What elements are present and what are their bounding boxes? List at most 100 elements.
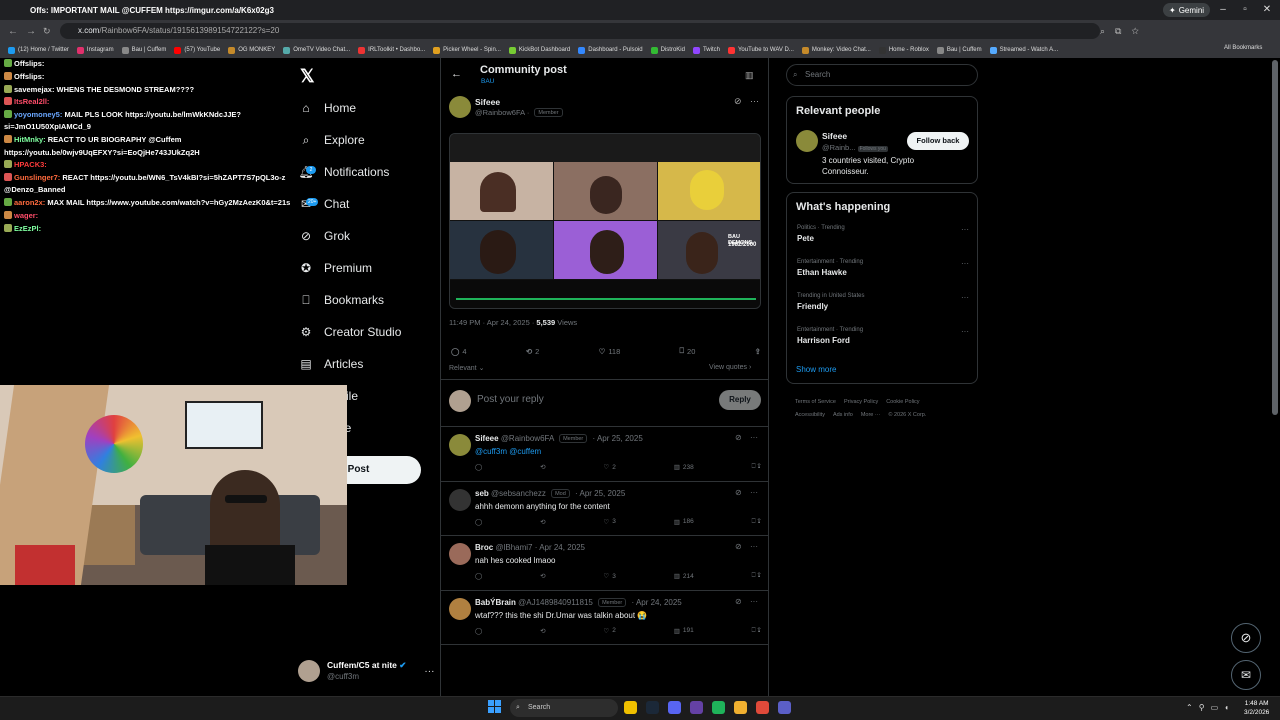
browser-extension-icons[interactable]: ⌕⧉☆ xyxy=(1100,26,1149,37)
grok-icon[interactable]: ⊘ xyxy=(734,96,742,107)
app3-taskbar-icon[interactable] xyxy=(778,701,791,714)
grok-icon[interactable]: ⊘ xyxy=(735,542,742,551)
nav-item-articles[interactable]: ▤ Articles xyxy=(298,348,363,380)
footer-link[interactable]: © 2026 X Corp. xyxy=(888,412,926,418)
close-icon[interactable]: ✕ xyxy=(1257,2,1277,18)
nav-item-creator-studio[interactable]: ⚙ Creator Studio xyxy=(298,316,402,348)
footer-link[interactable]: More ··· xyxy=(861,412,881,418)
reader-mode-icon[interactable]: ▥ xyxy=(745,70,754,81)
reply-author-handle[interactable]: @sebsanchezz xyxy=(491,489,546,498)
show-more-link[interactable]: Show more xyxy=(796,365,836,374)
tab-title[interactable]: Offs: IMPORTANT MAIL @CUFFEM https://img… xyxy=(30,6,274,15)
reply-views-action[interactable]: ▥ 238 xyxy=(674,463,694,472)
reply-date[interactable]: Apr 24, 2025 xyxy=(636,598,682,607)
person-handle[interactable]: @Rainb... xyxy=(822,143,855,152)
app-taskbar-icon[interactable] xyxy=(690,701,703,714)
reply-more-icon[interactable]: ··· xyxy=(750,433,758,442)
nav-item-notifications[interactable]: 🔔︎2 Notifications xyxy=(298,156,389,188)
reply-bookmark-icon[interactable]: ⎕ ⇪ xyxy=(752,572,761,580)
reply-bookmark-icon[interactable]: ⎕ ⇪ xyxy=(752,518,761,526)
steam-taskbar-icon[interactable] xyxy=(646,701,659,714)
discord-taskbar-icon[interactable] xyxy=(668,701,681,714)
forward-icon[interactable]: → xyxy=(26,26,36,37)
reply-author-handle[interactable]: @AJ1489840911815 xyxy=(518,598,593,607)
reply-author-name[interactable]: Sifeee xyxy=(475,434,499,443)
reply-author-avatar[interactable] xyxy=(449,543,471,565)
reply-author-name[interactable]: seb xyxy=(475,489,489,498)
post-video[interactable]: BAU DEMONS 1982/2000 xyxy=(449,133,761,309)
reply-author-avatar[interactable] xyxy=(449,434,471,456)
repost-action[interactable]: ⟲ 2 xyxy=(526,346,539,356)
all-bookmarks[interactable]: All Bookmarks xyxy=(1224,45,1262,51)
grok-icon[interactable]: ⊘ xyxy=(735,433,742,442)
reply-reply-icon[interactable]: ◯ xyxy=(475,518,482,526)
reply-like-action[interactable]: ♡ 3 xyxy=(603,518,615,526)
folder-taskbar-icon[interactable] xyxy=(734,701,747,714)
reply-reply-icon[interactable]: ◯ xyxy=(475,463,482,471)
trend-item[interactable]: Entertainment · Trending Harrison Ford ··· xyxy=(797,327,969,345)
trend-more-icon[interactable]: ··· xyxy=(961,259,969,268)
trend-more-icon[interactable]: ··· xyxy=(961,293,969,302)
reply-button[interactable]: Reply xyxy=(719,390,761,410)
bookmark-item[interactable]: OmeTV Video Chat... xyxy=(283,46,350,54)
chrome-taskbar-icon[interactable] xyxy=(624,701,637,714)
reply-views-action[interactable]: ▥ 214 xyxy=(674,572,694,581)
reply-tweet[interactable]: BabÝBrain @AJ1489840911815 Member · Apr … xyxy=(441,591,769,645)
reply-author-handle[interactable]: @Rainbow6FA xyxy=(501,434,554,443)
reply-bookmark-icon[interactable]: ⎕ ⇪ xyxy=(752,627,761,635)
reply-tweet[interactable]: Broc @lBhami7 · Apr 24, 2025 ⊘ ··· nah h… xyxy=(441,536,769,591)
post-avatar[interactable] xyxy=(449,96,471,118)
reply-author-avatar[interactable] xyxy=(449,597,471,620)
trend-item[interactable]: Entertainment · Trending Ethan Hawke ··· xyxy=(797,259,969,277)
nav-item-chat[interactable]: ✉20+ Chat xyxy=(298,188,349,220)
bookmark-item[interactable]: KickBot Dashboard xyxy=(508,46,570,54)
reply-repost-icon[interactable]: ⟲ xyxy=(540,518,545,526)
reply-date[interactable]: Apr 25, 2025 xyxy=(597,434,643,443)
like-action[interactable]: ♡ 118 xyxy=(599,346,621,356)
video-progress-bar[interactable] xyxy=(456,298,756,300)
search-input[interactable]: ⌕ Search xyxy=(786,64,978,86)
gemini-button[interactable]: ✦ Gemini xyxy=(1163,3,1211,17)
nav-item-premium[interactable]: ✪ Premium xyxy=(298,252,372,284)
bookmark-item[interactable]: Picker Wheel - Spin... xyxy=(433,46,501,54)
person-avatar[interactable] xyxy=(796,130,818,152)
nav-item-explore[interactable]: ⌕ Explore xyxy=(298,124,365,156)
person-name[interactable]: Sifeee xyxy=(822,131,847,141)
view-quotes-link[interactable]: View quotes › xyxy=(709,364,751,371)
reply-repost-icon[interactable]: ⟲ xyxy=(540,463,545,471)
follow-back-button[interactable]: Follow back xyxy=(907,132,969,150)
post-author-name[interactable]: Sifeee xyxy=(475,97,500,107)
bookmark-item[interactable]: IRLToolkit • Dashbo... xyxy=(358,46,425,54)
reply-views-action[interactable]: ▥ 191 xyxy=(674,627,694,635)
reply-like-action[interactable]: ♡ 2 xyxy=(603,627,615,635)
back-icon[interactable]: ← xyxy=(8,26,18,37)
reply-like-action[interactable]: ♡ 2 xyxy=(603,463,615,472)
bookmark-item[interactable]: Bau | Cuffem xyxy=(121,46,166,54)
grok-icon[interactable]: ⊘ xyxy=(735,488,742,497)
reply-author-avatar[interactable] xyxy=(449,488,471,511)
reply-tweet[interactable]: Sifeee @Rainbow6FA Member · Apr 25, 2025… xyxy=(441,427,769,482)
community-name[interactable]: BAU xyxy=(481,78,494,85)
trend-item[interactable]: Politics · Trending Pete ··· xyxy=(797,225,969,243)
bookmark-item[interactable]: (57) YouTube xyxy=(174,46,220,54)
bookmark-item[interactable]: (12) Home / Twitter xyxy=(8,46,69,54)
system-tray-icons[interactable]: ⌃⚲▭◖ xyxy=(1186,703,1235,712)
bookmark-item[interactable]: YouTube to WAV D... xyxy=(727,46,794,54)
reply-input[interactable]: Post your reply xyxy=(477,394,544,405)
post-more-icon[interactable]: ··· xyxy=(750,96,759,106)
app2-taskbar-icon[interactable] xyxy=(712,701,725,714)
post-author-handle[interactable]: @Rainbow6FA xyxy=(475,108,525,117)
minimize-icon[interactable]: – xyxy=(1213,2,1233,18)
bookmark-item[interactable]: OG MONKEY xyxy=(228,46,275,54)
post-time[interactable]: 11:49 PM · Apr 24, 2025 · xyxy=(449,318,534,327)
reply-repost-icon[interactable]: ⟲ xyxy=(540,572,545,580)
bookmark-item[interactable]: Bau | Cuffem xyxy=(936,46,982,54)
bookmark-item[interactable]: Twitch xyxy=(692,46,720,54)
relevant-sort[interactable]: Relevant ⌄ xyxy=(449,364,484,372)
grok-fab[interactable]: ⊘ xyxy=(1231,623,1261,653)
reply-more-icon[interactable]: ··· xyxy=(750,542,758,551)
taskbar-clock[interactable]: 1:48 AM 3/2/2026 xyxy=(1244,699,1269,717)
reply-author-name[interactable]: BabÝBrain xyxy=(475,598,516,607)
share-action[interactable]: ⇪ xyxy=(755,346,761,356)
bookmark-item[interactable]: Instagram xyxy=(76,46,114,54)
